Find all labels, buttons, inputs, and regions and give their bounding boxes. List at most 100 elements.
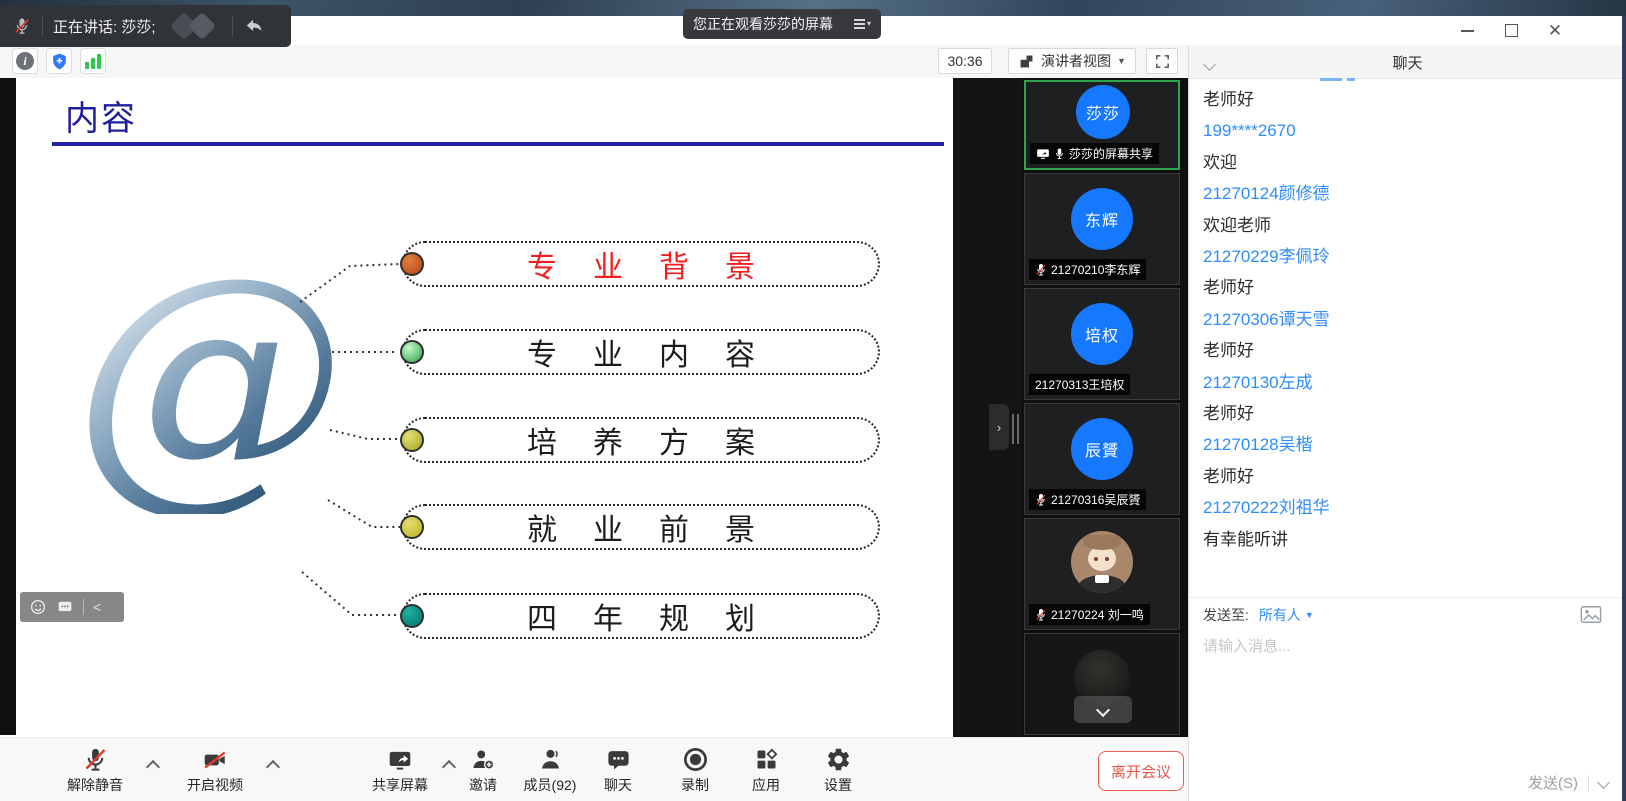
avatar: [1071, 531, 1133, 593]
chat-message-text: 老师好: [1203, 398, 1619, 429]
apps-button[interactable]: 应用: [736, 743, 796, 795]
chat-message-text: 欢迎: [1203, 147, 1619, 178]
participant-name: 莎莎的屏幕共享: [1069, 145, 1153, 162]
meeting-info-button[interactable]: i: [12, 48, 38, 74]
members-label: 成员(92): [524, 775, 577, 795]
slide-item-bullet: [400, 515, 424, 539]
send-options-chevron[interactable]: [1597, 776, 1610, 789]
slide-item-bullet: [400, 428, 424, 452]
divider: [42, 15, 43, 37]
slide-item-text: 四年规划: [402, 593, 880, 639]
send-to-row: 发送至: 所有人 ▼: [1203, 605, 1314, 625]
divider: [232, 15, 233, 37]
share-screen-icon: [386, 743, 414, 773]
settings-button[interactable]: 设置: [808, 743, 868, 795]
video-options-chevron[interactable]: [266, 760, 280, 774]
mic-muted-icon: [1035, 493, 1047, 506]
chat-sender-name: 21270222刘祖华: [1203, 492, 1619, 523]
chat-title: 聊天: [1189, 52, 1626, 73]
participant-name: 21270210李东辉: [1051, 261, 1140, 278]
collapse-annotation-chevron[interactable]: <: [93, 600, 101, 614]
clipped-message-fragment: [1347, 78, 1355, 81]
maximize-button[interactable]: [1502, 22, 1520, 40]
quick-message-icon[interactable]: [56, 598, 74, 616]
bottom-toolbar: 解除静音 开启视频 共享屏幕 邀请 成员(92): [0, 737, 1188, 801]
avatar: 培权: [1071, 303, 1133, 365]
participant-name-label: 21270316吴辰贇: [1029, 489, 1146, 510]
chat-label: 聊天: [604, 775, 632, 795]
participant-name: 21270313王培权: [1035, 376, 1124, 393]
share-screen-button[interactable]: 共享屏幕: [360, 743, 440, 795]
more-participants-button[interactable]: [1074, 696, 1132, 723]
minimize-button[interactable]: [1458, 22, 1476, 40]
screen-share-letterbox: [0, 78, 16, 735]
unmute-label: 解除静音: [67, 775, 123, 795]
chat-button[interactable]: 聊天: [588, 743, 648, 795]
participant-video-strip: 莎莎 莎莎的屏幕共享 东辉 21270210李东辉 培权: [1022, 78, 1188, 737]
divider: [1189, 597, 1626, 598]
fullscreen-button[interactable]: [1146, 48, 1178, 74]
participant-name: 21270316吴辰贇: [1051, 491, 1140, 508]
start-video-label: 开启视频: [187, 775, 243, 795]
chevron-down-icon: ▼: [1305, 610, 1314, 620]
chat-sender-name: 21270128吴楷: [1203, 429, 1619, 460]
avatar: 东辉: [1071, 188, 1133, 250]
fullscreen-icon: [1154, 53, 1171, 70]
meeting-app-logo-icon: [168, 13, 224, 39]
emoji-reaction-icon[interactable]: [29, 598, 47, 616]
participant-name-label: 21270224 刘一鸣: [1029, 604, 1150, 625]
info-icon: i: [16, 52, 34, 70]
chat-sender-name: 21270306谭天雪: [1203, 304, 1619, 335]
watching-text: 您正在观看莎莎的屏幕: [693, 14, 848, 34]
unmute-button[interactable]: 解除静音: [55, 743, 135, 795]
security-button[interactable]: [46, 48, 72, 74]
send-to-dropdown[interactable]: 所有人 ▼: [1259, 605, 1314, 625]
collapse-video-strip-tab[interactable]: ›: [989, 404, 1009, 450]
view-mode-button[interactable]: 演讲者视图 ▼: [1008, 48, 1136, 74]
layout-icon: [1018, 53, 1035, 70]
network-quality-button[interactable]: [80, 48, 106, 74]
share-screen-label: 共享屏幕: [372, 775, 428, 795]
participant-tile[interactable]: 培权 21270313王培权: [1024, 288, 1180, 400]
slide-item: 就业前景: [400, 504, 880, 550]
participant-tile[interactable]: [1024, 633, 1180, 735]
start-video-button[interactable]: 开启视频: [175, 743, 255, 795]
mic-on-icon: [1054, 147, 1065, 160]
participant-name-label: 莎莎的屏幕共享: [1030, 143, 1159, 164]
settings-label: 设置: [824, 775, 852, 795]
slide-item: 专业背景: [400, 241, 880, 287]
participant-name: 21270224 刘一鸣: [1051, 606, 1144, 623]
panel-gutter: ›: [953, 78, 1022, 737]
slide-item-bullet: [400, 340, 424, 364]
participant-tile[interactable]: 东辉 21270210李东辉: [1024, 173, 1180, 285]
reply-arrow-icon[interactable]: [243, 17, 265, 35]
panel-drag-handle[interactable]: [1012, 414, 1019, 444]
send-row: 发送(S): [1528, 772, 1608, 793]
mute-options-chevron[interactable]: [146, 760, 160, 774]
banner-menu-icon[interactable]: ▾: [854, 19, 871, 29]
clipped-message-fragment: [1320, 78, 1342, 81]
leave-meeting-button[interactable]: 离开会议: [1098, 751, 1184, 791]
chat-message-list[interactable]: 老师好199****2670欢迎21270124颜修德欢迎老师21270229李…: [1189, 78, 1619, 597]
chat-message-text: 有幸能听讲: [1203, 524, 1619, 555]
participant-name-label: 21270210李东辉: [1029, 259, 1146, 280]
meeting-top-toolbar: i 30:36 演讲者视图 ▼: [0, 45, 1188, 79]
participant-tile[interactable]: 21270224 刘一鸣: [1024, 518, 1180, 630]
chat-input[interactable]: 请输入消息...: [1203, 635, 1291, 656]
participant-tile[interactable]: 辰贇 21270316吴辰贇: [1024, 403, 1180, 515]
mic-muted-icon: [1035, 608, 1047, 621]
send-button[interactable]: 发送(S): [1528, 772, 1578, 793]
meeting-window: ✕ 正在讲话: 莎莎; 您正在观看莎莎的屏幕 ▾ i: [0, 0, 1626, 801]
send-to-value: 所有人: [1259, 605, 1301, 625]
close-button[interactable]: ✕: [1546, 22, 1564, 40]
record-icon: [682, 743, 709, 773]
speaking-text: 正在讲话: 莎莎;: [53, 16, 156, 37]
record-button[interactable]: 录制: [665, 743, 725, 795]
slide-item-text: 培养方案: [402, 417, 880, 463]
send-image-button[interactable]: [1580, 605, 1602, 629]
chat-bubble-icon: [605, 743, 632, 773]
participant-tile[interactable]: 莎莎 莎莎的屏幕共享: [1024, 80, 1180, 170]
chat-message-text: 老师好: [1203, 461, 1619, 492]
members-button[interactable]: 成员(92): [510, 743, 590, 795]
avatar: 莎莎: [1076, 85, 1130, 139]
